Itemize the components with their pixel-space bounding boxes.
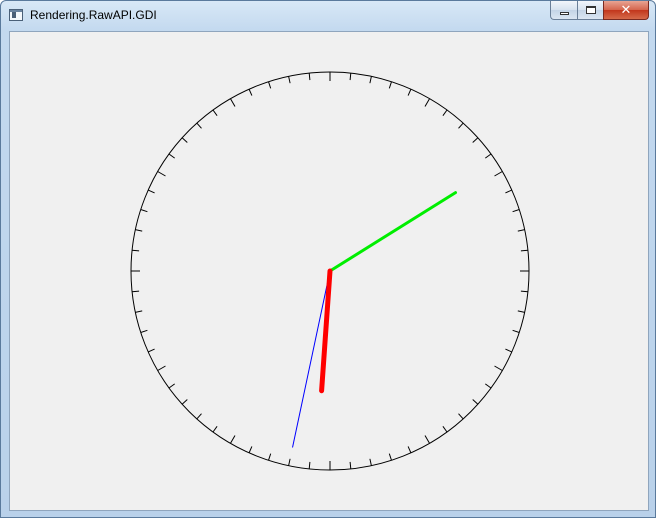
clock-tick bbox=[230, 435, 236, 444]
clock-tick bbox=[512, 329, 520, 333]
clock-tick bbox=[517, 229, 525, 232]
clock-tick bbox=[494, 171, 503, 177]
clock-tick bbox=[494, 365, 503, 371]
clock-tick bbox=[147, 189, 155, 194]
app-window: Rendering.RawAPI.GDI ✕ bbox=[0, 0, 656, 518]
minimize-button[interactable] bbox=[550, 1, 577, 20]
close-button[interactable]: ✕ bbox=[603, 1, 649, 20]
clock-tick bbox=[517, 310, 525, 313]
clock-tick bbox=[212, 109, 218, 116]
clock-tick bbox=[268, 81, 272, 89]
clock-tick bbox=[485, 383, 492, 389]
maximize-icon bbox=[585, 6, 596, 14]
clock-tick bbox=[520, 290, 528, 293]
clock-tick bbox=[520, 249, 528, 252]
window-title: Rendering.RawAPI.GDI bbox=[30, 8, 157, 22]
clock-tick bbox=[485, 153, 492, 159]
clock-tick bbox=[132, 290, 140, 293]
clock-tick bbox=[388, 453, 392, 461]
title-bar[interactable]: Rendering.RawAPI.GDI ✕ bbox=[1, 1, 655, 29]
clock-tick bbox=[288, 458, 291, 466]
clock-tick bbox=[212, 426, 218, 433]
clock-tick bbox=[288, 76, 291, 84]
app-window-icon[interactable] bbox=[9, 9, 23, 21]
clock-tick bbox=[369, 458, 372, 466]
caption-buttons: ✕ bbox=[550, 1, 649, 21]
clock-tick bbox=[135, 310, 143, 313]
clock-tick bbox=[424, 98, 430, 107]
clock-tick bbox=[157, 365, 166, 371]
clock-tick bbox=[407, 88, 412, 96]
clock-tick bbox=[135, 229, 143, 232]
clock-tick bbox=[168, 153, 175, 159]
clock-tick bbox=[196, 122, 202, 129]
maximize-button[interactable] bbox=[577, 1, 603, 20]
clock-tick bbox=[147, 348, 155, 353]
clock-tick bbox=[168, 383, 175, 389]
clock-tick bbox=[505, 189, 513, 194]
close-icon: ✕ bbox=[620, 2, 632, 18]
clock-tick bbox=[308, 461, 311, 469]
clock-tick bbox=[442, 109, 448, 116]
clock-tick bbox=[369, 76, 372, 84]
clock-tick bbox=[349, 461, 352, 469]
analog-clock bbox=[130, 71, 530, 471]
clock-tick bbox=[472, 399, 479, 405]
clock-tick bbox=[196, 413, 202, 420]
clock-tick bbox=[442, 426, 448, 433]
clock-tick bbox=[472, 137, 479, 143]
clock-tick bbox=[458, 413, 464, 420]
clock-tick bbox=[407, 446, 412, 454]
clock-tick bbox=[140, 209, 148, 213]
clock-tick bbox=[458, 122, 464, 129]
minute-hand bbox=[328, 191, 457, 273]
clock-tick bbox=[268, 453, 272, 461]
clock-tick bbox=[308, 73, 311, 81]
clock-tick bbox=[140, 329, 148, 333]
clock-tick bbox=[181, 399, 188, 405]
clock-tick bbox=[424, 435, 430, 444]
clock-tick bbox=[248, 88, 253, 96]
clock-tick bbox=[132, 249, 140, 252]
clock-tick bbox=[230, 98, 236, 107]
clock-tick bbox=[512, 209, 520, 213]
clock-tick bbox=[181, 137, 188, 143]
minimize-icon bbox=[559, 11, 569, 15]
clock-tick bbox=[349, 73, 352, 81]
clock-tick bbox=[505, 348, 513, 353]
clock-tick bbox=[157, 171, 166, 177]
clock-tick bbox=[248, 446, 253, 454]
clock-tick bbox=[388, 81, 392, 89]
client-area bbox=[9, 31, 649, 511]
